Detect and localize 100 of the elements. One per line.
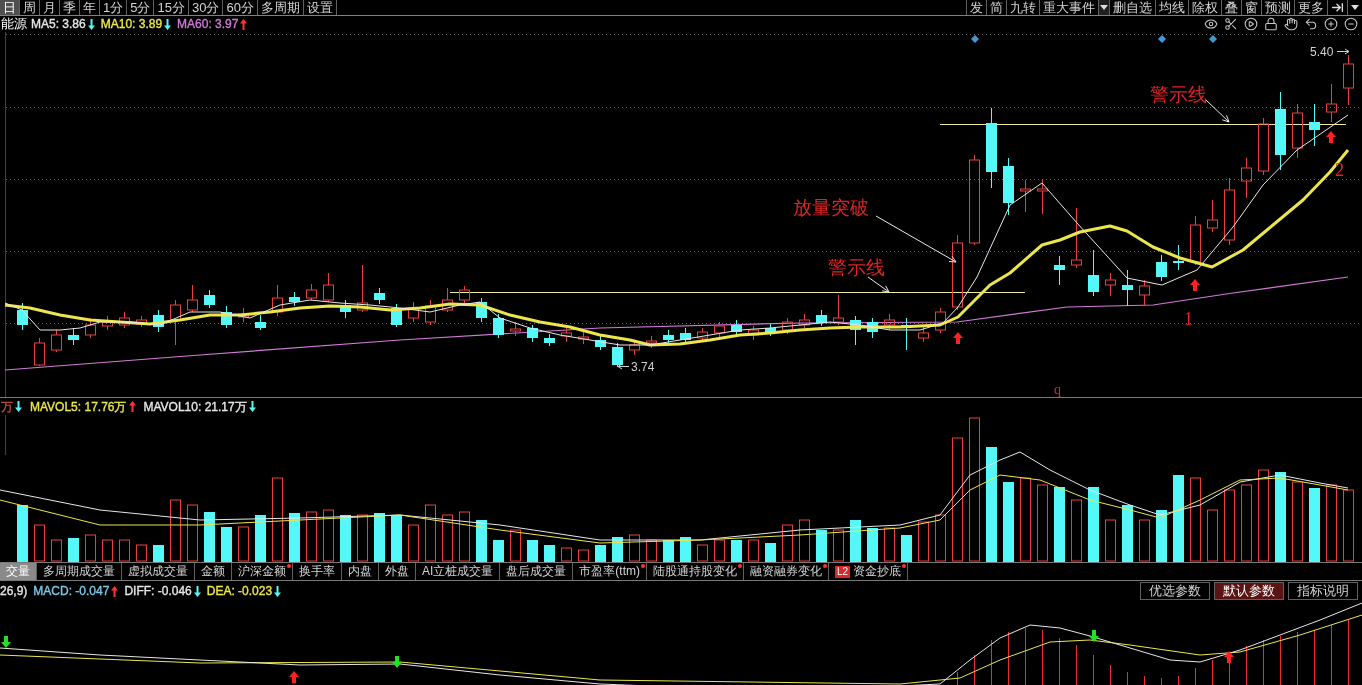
dropdown-button[interactable]	[1347, 0, 1362, 15]
indicator-tab[interactable]: 陆股通持股变化	[647, 563, 744, 580]
rising-candlestick	[1292, 103, 1303, 159]
up-arrow-icon	[1326, 131, 1336, 143]
parameter-button[interactable]: 指标说明	[1288, 582, 1358, 600]
toolbar-button[interactable]: 均线	[1155, 0, 1188, 15]
level-badge: L2	[835, 565, 851, 578]
scissors-icon[interactable]	[1224, 17, 1238, 31]
pointer-arrow	[617, 363, 630, 370]
indicator-tab[interactable]: 市盈率(ttm)	[573, 563, 647, 580]
rising-candlestick	[238, 307, 249, 323]
period-tab[interactable]: 5分	[127, 0, 155, 15]
toolbar-button[interactable]: 窗	[1241, 0, 1261, 15]
indicator-tab[interactable]: 内盘	[342, 563, 379, 580]
price-label: 3.74	[631, 360, 655, 374]
period-tab[interactable]: 60分	[223, 0, 258, 15]
rising-candlestick	[34, 337, 45, 367]
wave-label: 1	[1184, 309, 1193, 329]
toolbar-button[interactable]: 除权	[1188, 0, 1221, 15]
toolbar-button[interactable]: 更多	[1294, 0, 1327, 15]
rising-candlestick	[748, 325, 759, 341]
rising-candlestick	[1343, 54, 1354, 106]
down-arrow-icon	[392, 656, 402, 668]
falling-candlestick	[731, 319, 742, 337]
period-tab[interactable]: 多周期	[257, 0, 304, 15]
indicator-value: MA5: 3.86	[31, 17, 86, 31]
indicator-tab[interactable]: 外盘	[379, 563, 416, 580]
rising-candlestick	[102, 315, 113, 331]
falling-candlestick	[289, 291, 300, 307]
falling-candlestick	[527, 324, 538, 343]
annotation-text: 警示线	[1150, 84, 1207, 105]
up-arrow-icon	[953, 332, 963, 344]
rising-candlestick	[1037, 179, 1048, 215]
indicator-value: MA10: 3.89	[100, 17, 163, 31]
caret-icon	[1100, 5, 1108, 10]
zoom-in-icon[interactable]	[1324, 17, 1338, 31]
rising-candlestick	[561, 327, 572, 343]
falling-candlestick	[340, 299, 351, 319]
indicator-tab[interactable]: 换手率	[293, 563, 342, 580]
rising-candlestick	[1258, 117, 1269, 176]
falling-candlestick	[17, 302, 28, 331]
indicator-value: MAVOL10: 21.17万	[143, 399, 247, 414]
rising-candlestick	[1224, 177, 1235, 246]
indicator-tab[interactable]: L2 资金抄底	[829, 563, 909, 580]
toolbar-button[interactable]: 九转	[1006, 0, 1039, 15]
period-tab[interactable]: 日	[0, 0, 20, 15]
period-tab[interactable]: 设置	[303, 0, 337, 15]
indicator-tab[interactable]: 融资融券变化	[744, 563, 829, 580]
period-tab[interactable]: 30分	[188, 0, 224, 15]
rising-candlestick	[1326, 83, 1337, 123]
falling-candlestick	[1088, 249, 1099, 297]
hand-icon[interactable]	[1284, 17, 1298, 31]
rising-candlestick	[1207, 199, 1218, 233]
indicator-tab[interactable]: 盘后成交量	[500, 563, 574, 580]
falling-candlestick	[816, 309, 827, 327]
falling-candlestick	[204, 289, 215, 309]
arrow-to-line-icon	[1331, 1, 1344, 14]
rising-candlestick	[646, 335, 657, 349]
indicator-tab[interactable]: 虚拟成交量	[122, 563, 195, 580]
parameter-button[interactable]: 默认参数	[1214, 582, 1284, 600]
period-tab[interactable]: 周	[20, 0, 40, 15]
period-tab[interactable]: 1分	[100, 0, 128, 15]
period-tab[interactable]: 15分	[154, 0, 189, 15]
rising-candlestick	[51, 329, 62, 353]
falling-candlestick	[1003, 157, 1014, 216]
falling-candlestick	[476, 297, 487, 323]
rising-candlestick	[323, 272, 334, 303]
rising-candlestick	[442, 287, 453, 313]
period-tab[interactable]: 季	[60, 0, 80, 15]
axis-line	[5, 415, 6, 456]
rising-candlestick	[187, 284, 198, 313]
rising-candlestick	[510, 321, 521, 337]
falling-candlestick	[544, 333, 555, 347]
toolbar-button[interactable]: 叠	[1221, 0, 1241, 15]
indicator-tab[interactable]: 沪深金额	[232, 563, 293, 580]
rising-candlestick	[136, 315, 147, 328]
toolbar-button[interactable]: 预测	[1261, 0, 1294, 15]
indicator-tab[interactable]: 多周期成交量	[37, 563, 122, 580]
falling-candlestick	[374, 287, 385, 305]
parameter-button[interactable]: 优选参数	[1140, 582, 1210, 600]
rising-candlestick	[408, 301, 419, 323]
stock-name: 能源	[0, 17, 27, 31]
period-tab[interactable]: 月	[40, 0, 60, 15]
falling-candlestick	[221, 305, 232, 329]
dropdown-button[interactable]	[1098, 0, 1109, 15]
play-icon[interactable]	[1244, 17, 1258, 31]
indicator-tab[interactable]: 金额	[195, 563, 232, 580]
rising-candlestick	[1020, 179, 1031, 213]
annotation-text: 放量突破	[793, 197, 869, 218]
period-tab[interactable]: 年	[80, 0, 100, 15]
lock-icon[interactable]	[1264, 17, 1278, 31]
indicator-tab[interactable]: AI立桩成交量	[416, 563, 501, 580]
caret-icon	[1351, 5, 1359, 10]
toolbar-button[interactable]: 简	[986, 0, 1006, 15]
indicator-value: MA60: 3.97	[177, 17, 239, 31]
toolbar-button[interactable]: 删自选	[1109, 0, 1155, 15]
eye-icon[interactable]	[1204, 17, 1218, 31]
undo-icon[interactable]	[1304, 17, 1318, 31]
toolbar-button[interactable]: 发	[966, 0, 986, 15]
zoom-out-icon[interactable]	[1344, 17, 1358, 31]
